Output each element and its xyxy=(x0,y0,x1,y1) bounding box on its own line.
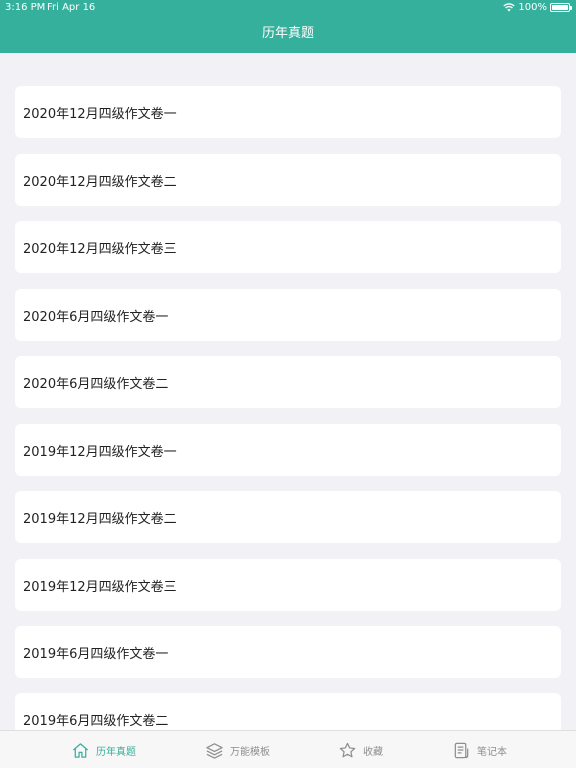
battery-percent: 100% xyxy=(518,2,547,13)
list-item[interactable]: 2019年6月四级作文卷二 xyxy=(15,693,561,730)
tab-past-exams[interactable]: 历年真题 xyxy=(71,731,136,768)
layers-icon xyxy=(206,742,223,759)
battery-tip xyxy=(570,6,572,10)
star-icon xyxy=(339,742,356,757)
tab-label: 万能模板 xyxy=(230,746,270,758)
tab-notebook[interactable]: 笔记本 xyxy=(452,731,507,768)
tab-bar: 历年真题 万能模板 收藏 笔记本 xyxy=(0,730,576,768)
page-title: 历年真题 xyxy=(261,26,314,41)
list-item[interactable]: 2020年6月四级作文卷二 xyxy=(15,356,561,408)
battery-icon xyxy=(550,3,572,12)
battery-fill xyxy=(552,5,568,10)
list-item[interactable]: 2019年6月四级作文卷一 xyxy=(15,626,561,678)
list-item[interactable]: 2020年6月四级作文卷一 xyxy=(15,289,561,341)
home-icon xyxy=(72,742,89,758)
status-date: Fri Apr 16 xyxy=(47,2,96,13)
status-time: 3:16 PM xyxy=(5,2,46,13)
status-bar: 3:16 PM Fri Apr 16 100% xyxy=(0,0,576,16)
tab-favorites[interactable]: 收藏 xyxy=(338,731,383,768)
list-item[interactable]: 2020年12月四级作文卷一 xyxy=(15,86,561,138)
nav-header: 3:16 PM Fri Apr 16 100% 历年真题 xyxy=(0,0,576,53)
tab-label: 笔记本 xyxy=(477,746,507,758)
tab-label: 收藏 xyxy=(363,746,383,758)
status-right: 100% xyxy=(503,2,572,13)
list-item[interactable]: 2019年12月四级作文卷三 xyxy=(15,559,561,611)
tab-label: 历年真题 xyxy=(96,746,136,758)
list-item[interactable]: 2020年12月四级作文卷三 xyxy=(15,221,561,273)
notebook-icon xyxy=(454,742,469,758)
list-item[interactable]: 2019年12月四级作文卷二 xyxy=(15,491,561,543)
list-item[interactable]: 2020年12月四级作文卷二 xyxy=(15,154,561,206)
tab-templates[interactable]: 万能模板 xyxy=(205,731,270,768)
exam-list[interactable]: 2020年12月四级作文卷一 2020年12月四级作文卷二 2020年12月四级… xyxy=(0,53,576,730)
list-item[interactable]: 2019年12月四级作文卷一 xyxy=(15,424,561,476)
wifi-icon xyxy=(503,3,516,12)
